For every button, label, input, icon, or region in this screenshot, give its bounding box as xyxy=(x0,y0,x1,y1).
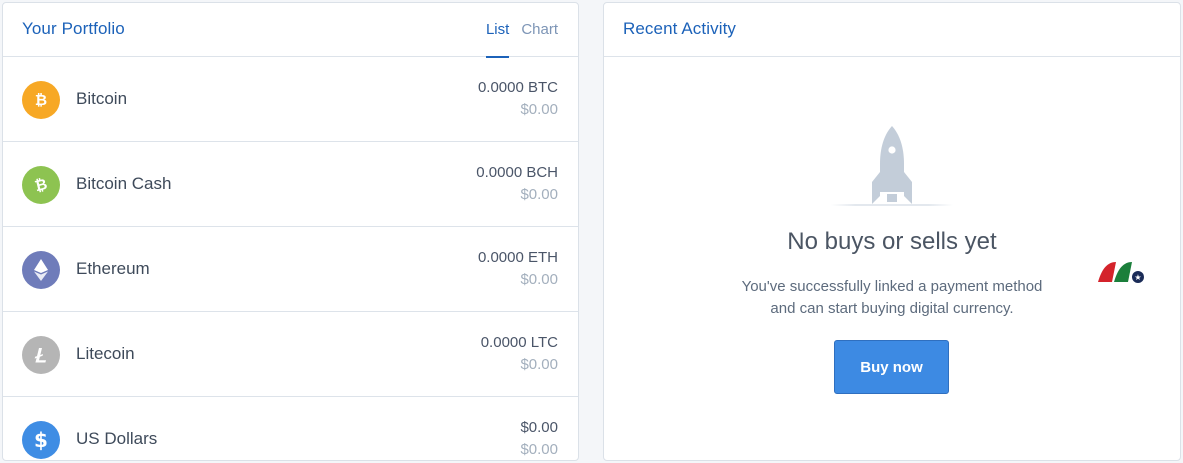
empty-state-message-line: You've successfully linked a payment met… xyxy=(741,278,1043,295)
empty-state: No buys or sells yet You've successfully… xyxy=(604,58,1180,460)
asset-amount: $0.00 xyxy=(520,419,558,436)
recent-activity-title: Recent Activity xyxy=(623,19,736,38)
portfolio-panel: Your Portfolio List Chart ₿ Bitcoin 0.00… xyxy=(2,2,579,461)
asset-value: $0.00 xyxy=(520,356,558,373)
asset-row-bitcoin-cash[interactable]: ₿ Bitcoin Cash 0.0000 BCH $0.00 xyxy=(3,142,578,227)
dollar-icon: $ xyxy=(22,421,60,459)
asset-value: $0.00 xyxy=(520,441,558,458)
asset-row-litecoin[interactable]: Litecoin 0.0000 LTC $0.00 xyxy=(3,312,578,397)
asset-amount: 0.0000 LTC xyxy=(480,334,558,351)
asset-name: Bitcoin xyxy=(76,89,128,108)
svg-text:₿: ₿ xyxy=(33,175,49,195)
asset-row-bitcoin[interactable]: ₿ Bitcoin 0.0000 BTC $0.00 xyxy=(3,57,578,142)
bitcoin-cash-icon: ₿ xyxy=(22,166,60,204)
asset-amount: 0.0000 BTC xyxy=(477,79,558,96)
asset-name: Bitcoin Cash xyxy=(76,174,172,193)
portfolio-view-tabs: List Chart xyxy=(474,3,558,58)
empty-state-title: No buys or sells yet xyxy=(787,228,997,255)
rocket-ground-line xyxy=(831,204,953,206)
asset-row-us-dollars[interactable]: $ US Dollars $0.00 $0.00 xyxy=(3,397,578,460)
asset-value: $0.00 xyxy=(520,271,558,288)
svg-text:₿: ₿ xyxy=(35,91,47,109)
empty-state-message-line: and can start buying digital currency. xyxy=(770,300,1014,317)
asset-name: Litecoin xyxy=(76,344,135,363)
svg-text:★: ★ xyxy=(1134,273,1141,282)
bitcoin-icon: ₿ xyxy=(22,81,60,119)
brand-logo-icon: ★ xyxy=(1098,262,1144,283)
portfolio-header: Your Portfolio List Chart xyxy=(3,3,578,58)
asset-row-ethereum[interactable]: Ethereum 0.0000 ETH $0.00 xyxy=(3,227,578,312)
asset-value: $0.00 xyxy=(520,186,558,203)
recent-activity-panel: Recent Activity No buys or sells yet You… xyxy=(603,2,1181,461)
asset-value: $0.00 xyxy=(520,101,558,118)
empty-state-message: You've successfully linked a payment met… xyxy=(704,276,1080,320)
ethereum-icon xyxy=(22,251,60,289)
portfolio-title: Your Portfolio xyxy=(22,19,125,38)
tab-list[interactable]: List xyxy=(485,3,510,58)
asset-amount: 0.0000 BCH xyxy=(476,164,558,181)
asset-amount: 0.0000 ETH xyxy=(477,249,558,266)
rocket-icon xyxy=(872,126,912,204)
recent-activity-header: Recent Activity xyxy=(604,3,1180,57)
asset-name: US Dollars xyxy=(76,429,158,448)
asset-name: Ethereum xyxy=(76,259,150,278)
tab-chart[interactable]: Chart xyxy=(521,3,558,57)
litecoin-icon xyxy=(22,336,60,374)
svg-text:$: $ xyxy=(34,428,48,452)
buy-now-button[interactable]: Buy now xyxy=(834,340,949,394)
